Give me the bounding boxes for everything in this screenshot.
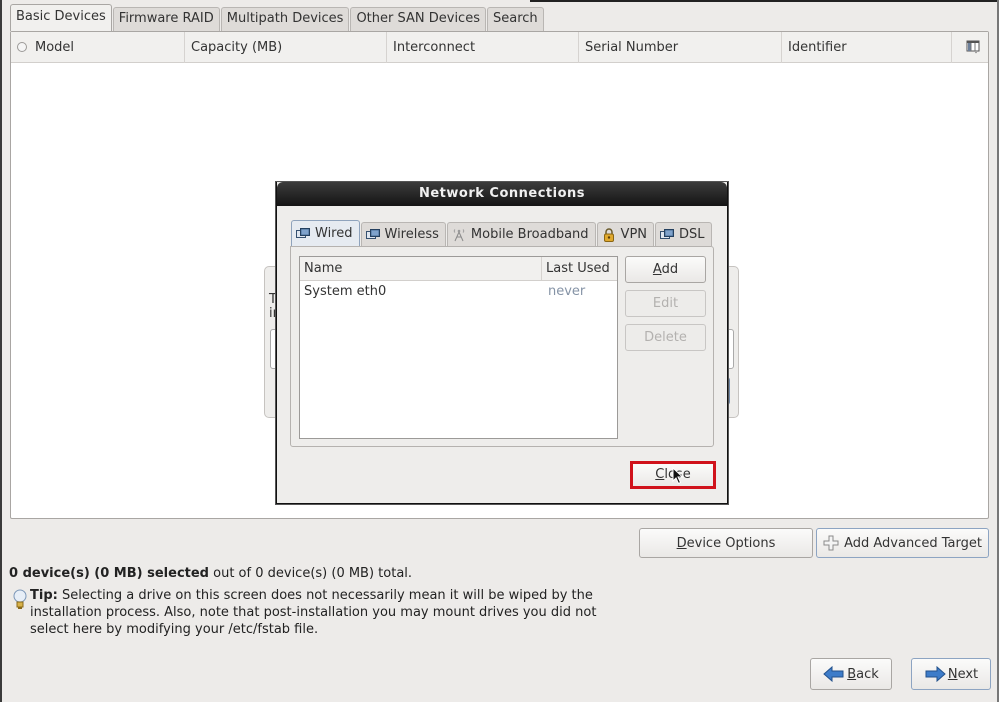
antenna-icon [453,228,465,241]
dsl-network-icon [660,228,675,239]
select-all-radio[interactable] [17,41,27,52]
add-advanced-target-button[interactable]: Add Advanced Target [816,528,989,558]
mouse-cursor-icon [672,467,684,485]
delete-connection-button[interactable]: Delete [625,324,706,351]
connections-list[interactable]: Name Last Used System eth0 never [299,256,618,439]
column-header-interconnect[interactable]: Interconnect [387,32,579,63]
wireless-network-icon [365,228,380,239]
tab-label: DSL [679,226,705,242]
add-connection-button[interactable]: Add [625,256,706,283]
tab-basic-devices[interactable]: Basic Devices [10,4,112,31]
back-arrow-icon [823,666,844,682]
column-header-last-used[interactable]: Last Used [542,257,610,280]
tab-other-san-devices[interactable]: Other SAN Devices [350,7,486,31]
tab-wireless[interactable]: Wireless [360,222,446,246]
dialog-title: Network Connections [277,182,727,206]
window-frame-top [530,0,999,2]
plus-icon [823,535,839,551]
connection-name: System eth0 [304,284,387,299]
wired-network-icon [296,227,310,238]
tab-dsl[interactable]: DSL [655,222,712,246]
tab-firmware-raid[interactable]: Firmware RAID [112,7,220,31]
tab-multipath-devices[interactable]: Multipath Devices [220,7,350,31]
tab-label: VPN [620,226,648,242]
column-label: Model [35,40,75,55]
column-header-serial-number[interactable]: Serial Number [579,32,782,63]
column-header-name[interactable]: Name [300,257,542,280]
wired-tab-panel: Name Last Used System eth0 never Add Edi… [290,246,714,447]
tab-label: Mobile Broadband [470,226,589,242]
connection-last-used: never [548,284,586,299]
column-header-capacity[interactable]: Capacity (MB) [185,32,387,63]
tab-label: Wireless [384,226,439,242]
connections-list-header: Name Last Used [300,257,617,281]
tip-message: Tip: Selecting a drive on this screen do… [12,587,612,638]
back-button[interactable]: Back [810,658,892,690]
network-connections-dialog: Network Connections Wired Wireless Mobil… [276,182,728,504]
edit-connection-button[interactable]: Edit [625,290,706,317]
column-header-identifier[interactable]: Identifier [782,32,952,63]
column-header-model[interactable]: Model [11,32,185,63]
tab-label: Wired [315,225,353,241]
lock-icon [603,227,614,242]
device-type-tabs: Basic Devices Firmware RAID Multipath De… [10,4,545,31]
connection-type-tabs: Wired Wireless Mobile Broadband VPN DSL [291,220,713,246]
tab-wired[interactable]: Wired [291,220,360,246]
tab-search[interactable]: Search [486,7,544,31]
next-arrow-icon [925,666,946,682]
selection-summary: 0 device(s) (0 MB) selected out of 0 dev… [9,566,413,581]
next-button[interactable]: Next [911,658,991,690]
lightbulb-icon [13,589,27,609]
device-table-header: Model Capacity (MB) Interconnect Serial … [11,32,988,63]
device-options-button[interactable]: Device Options [639,528,813,558]
window-frame-left [0,0,2,702]
tab-vpn[interactable]: VPN [596,222,655,246]
tab-mobile-broadband[interactable]: Mobile Broadband [446,222,596,246]
connection-row[interactable]: System eth0 never [300,281,617,303]
column-chooser-icon[interactable] [966,40,980,54]
